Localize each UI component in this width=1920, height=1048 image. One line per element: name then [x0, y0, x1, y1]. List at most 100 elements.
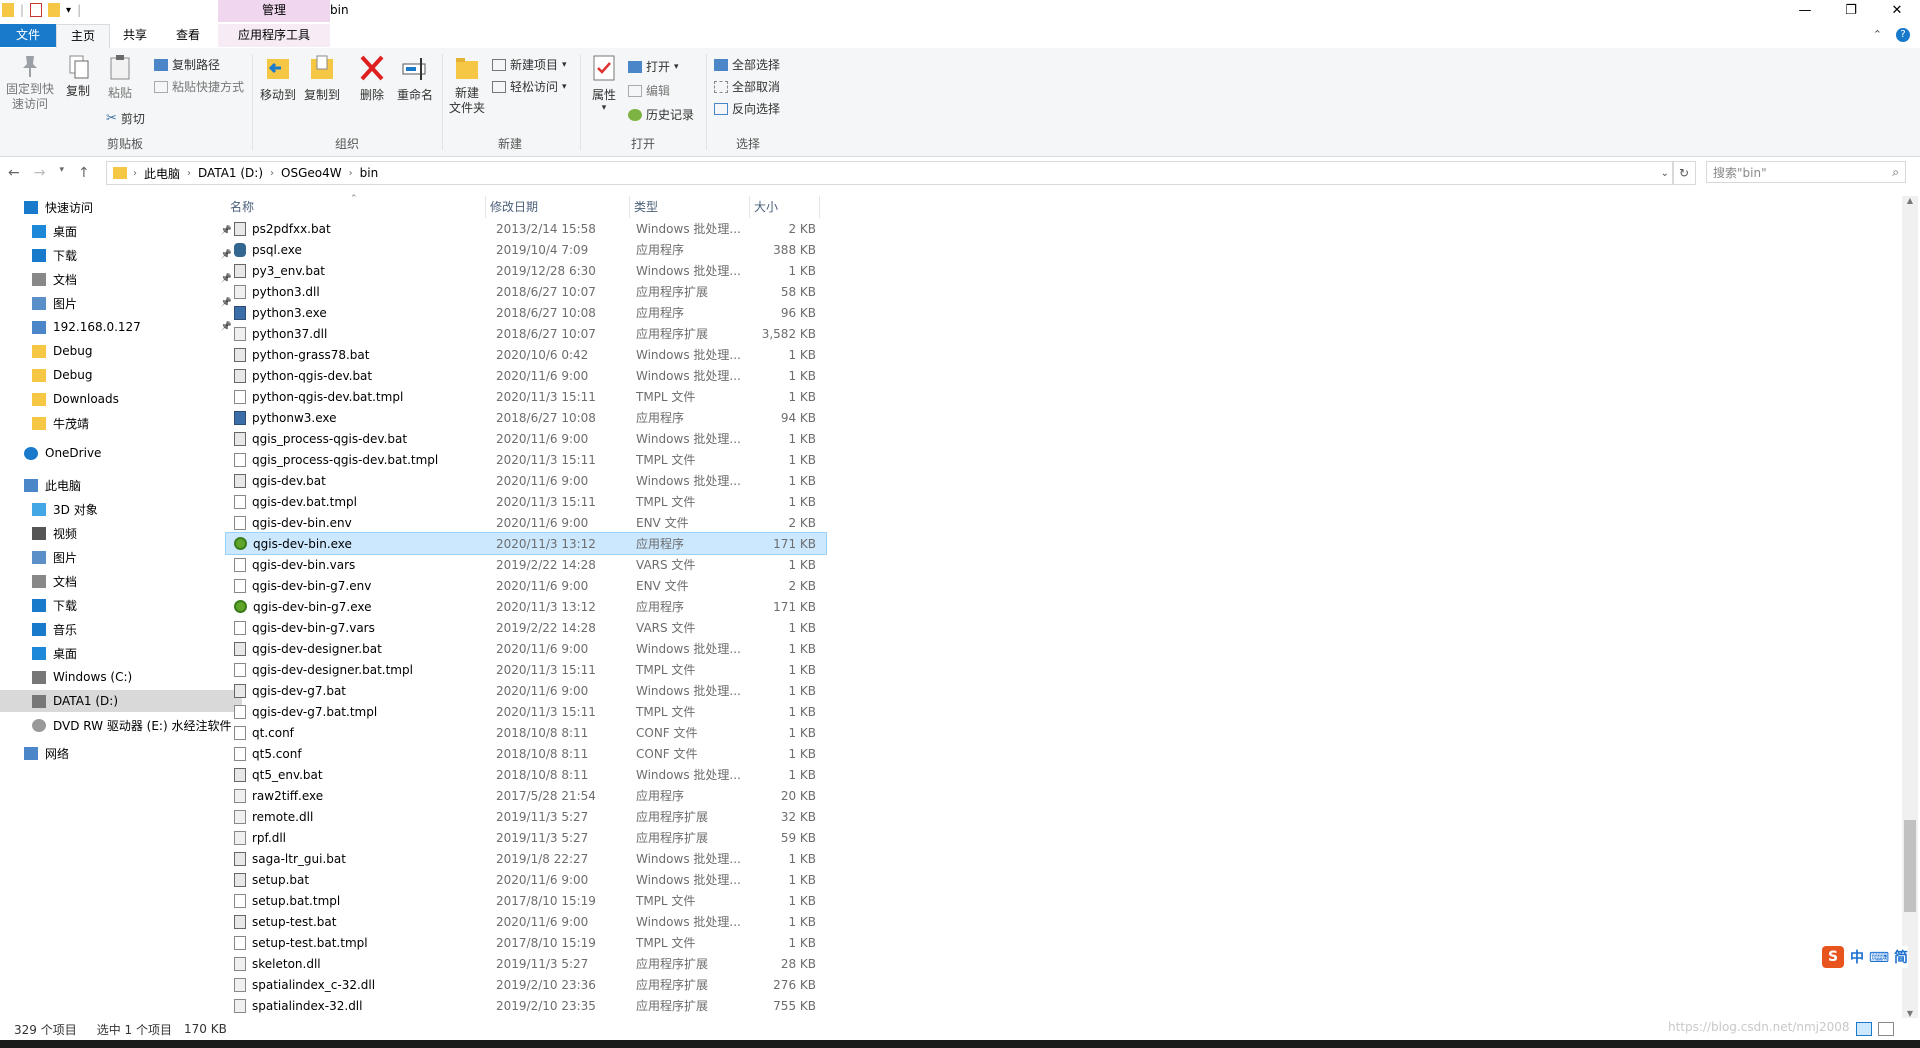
file-row[interactable]: qgis-dev-bin.exe 2020/11/3 13:12 应用程序 171 K… — [225, 532, 827, 555]
file-row[interactable]: python-qgis-dev.bat.tmpl 2020/11/3 15:11 T… — [226, 386, 826, 407]
paste-shortcut-button[interactable]: 粘贴快捷方式 — [154, 78, 244, 95]
new-item-button[interactable]: 新建项目 ▾ — [492, 56, 567, 73]
collapse-ribbon-icon[interactable]: ⌃ — [1873, 28, 1882, 42]
file-row[interactable]: spatialindex-32.dll 2019/2/10 23:35 应用程序扩展… — [226, 995, 826, 1016]
file-row[interactable]: python3.dll 2018/6/27 10:07 应用程序扩展 58 KB — [226, 281, 826, 302]
nav-item[interactable]: 下载 — [0, 594, 242, 616]
open-button[interactable]: 打开 ▾ — [628, 58, 679, 75]
breadcrumb-data1[interactable]: DATA1 (D:) — [193, 166, 268, 180]
customize-dropdown-icon[interactable]: ▾ — [66, 5, 71, 16]
tab-file[interactable]: 文件 — [0, 24, 56, 47]
tab-home[interactable]: 主页 — [56, 24, 110, 49]
file-row[interactable]: psql.exe 2019/10/4 7:09 应用程序 388 KB — [226, 239, 826, 260]
tab-share[interactable]: 共享 — [110, 24, 160, 47]
chevron-right-icon[interactable]: › — [185, 168, 193, 179]
nav-item[interactable]: 3D 对象 — [0, 498, 242, 520]
file-row[interactable]: rpf.dll 2019/11/3 5:27 应用程序扩展 59 KB — [226, 827, 826, 848]
minimize-button[interactable]: — — [1782, 0, 1828, 24]
file-row[interactable]: skeleton.dll 2019/11/3 5:27 应用程序扩展 28 KB — [226, 953, 826, 974]
scroll-down-icon[interactable]: ▼ — [1902, 1009, 1918, 1018]
scrollbar-thumb[interactable] — [1904, 820, 1916, 912]
recent-locations-chevron-icon[interactable]: ▾ — [59, 165, 64, 181]
help-icon[interactable]: ? — [1896, 28, 1910, 42]
details-view-icon[interactable] — [1856, 1022, 1872, 1036]
file-row[interactable]: qt5.conf 2018/10/8 8:11 CONF 文件 1 KB — [226, 743, 826, 764]
rename-button[interactable]: 重命名 — [394, 54, 436, 103]
column-header-date[interactable]: 修改日期 — [486, 196, 630, 218]
file-row[interactable]: ps2pdfxx.bat 2013/2/14 15:58 Windows 批处理..… — [226, 218, 826, 239]
column-header-name[interactable]: 名称 ⌃ — [226, 194, 486, 218]
file-row[interactable]: qgis-dev.bat 2020/11/6 9:00 Windows 批处理...… — [226, 470, 826, 491]
file-row[interactable]: python37.dll 2018/6/27 10:07 应用程序扩展 3,582 K… — [226, 323, 826, 344]
nav-item[interactable]: 文档 — [0, 570, 242, 592]
file-row[interactable]: python-grass78.bat 2020/10/6 0:42 Windows … — [226, 344, 826, 365]
file-row[interactable]: spatialindex_c-32.dll 2019/2/10 23:36 应用程序… — [226, 974, 826, 995]
file-row[interactable]: qgis-dev-bin-g7.vars 2019/2/22 14:28 VARS … — [226, 617, 826, 638]
nav-item[interactable]: DVD RW 驱动器 (E:) 水经注软件 — [0, 714, 242, 736]
nav-item[interactable]: Debug — [0, 364, 242, 386]
file-row[interactable]: setup.bat.tmpl 2017/8/10 15:19 TMPL 文件 1 KB — [226, 890, 826, 911]
file-row[interactable]: qgis-dev-g7.bat 2020/11/6 9:00 Windows 批处理… — [226, 680, 826, 701]
file-row[interactable]: qgis-dev-designer.bat.tmpl 2020/11/3 15:1… — [226, 659, 826, 680]
cut-button[interactable]: ✂ 剪切 — [106, 110, 145, 127]
file-row[interactable]: setup.bat 2020/11/6 9:00 Windows 批处理... 1 K… — [226, 869, 826, 890]
copy-path-button[interactable]: 复制路径 — [154, 56, 220, 73]
edit-button[interactable]: 编辑 — [628, 82, 670, 99]
file-row[interactable]: qgis-dev-designer.bat 2020/11/6 9:00 Windo… — [226, 638, 826, 659]
forward-arrow-icon[interactable]: → — [34, 165, 46, 181]
address-dropdown-icon[interactable]: ⌄ — [1661, 168, 1669, 179]
file-row[interactable]: qt.conf 2018/10/8 8:11 CONF 文件 1 KB — [226, 722, 826, 743]
nav-item[interactable]: 快速访问 — [0, 196, 234, 218]
new-folder-button[interactable]: 新建 文件夹 — [448, 54, 486, 116]
delete-button[interactable]: 删除 — [354, 54, 390, 103]
nav-item[interactable]: 图片 📌 — [0, 292, 242, 314]
nav-item[interactable]: 此电脑 — [0, 474, 234, 496]
file-row[interactable]: qgis-dev-bin.vars 2019/2/22 14:28 VARS 文件 1… — [226, 554, 826, 575]
large-icons-view-icon[interactable] — [1878, 1022, 1894, 1036]
nav-item[interactable]: DATA1 (D:) — [0, 690, 242, 712]
close-button[interactable]: ✕ — [1874, 0, 1920, 24]
properties-button[interactable]: 属性 ▾ — [586, 54, 622, 113]
up-arrow-icon[interactable]: ↑ — [78, 165, 90, 181]
address-bar[interactable]: › 此电脑 › DATA1 (D:) › OSGeo4W › bin ⌄ — [106, 161, 1674, 185]
file-row[interactable]: pythonw3.exe 2018/6/27 10:08 应用程序 94 KB — [226, 407, 826, 428]
select-all-button[interactable]: 全部选择 — [714, 56, 780, 73]
file-row[interactable]: py3_env.bat 2019/12/28 6:30 Windows 批处理...… — [226, 260, 826, 281]
chevron-right-icon[interactable]: › — [268, 168, 276, 179]
nav-item[interactable]: Debug — [0, 340, 242, 362]
copy-button[interactable]: 复制 — [60, 54, 96, 99]
file-row[interactable]: qgis-dev-bin.env 2020/11/6 9:00 ENV 文件 2 KB — [226, 512, 826, 533]
scroll-up-icon[interactable]: ▲ — [1902, 196, 1918, 205]
search-icon[interactable]: ⌕ — [1892, 165, 1899, 180]
search-input[interactable]: 搜索"bin" ⌕ — [1706, 161, 1906, 183]
move-to-button[interactable]: 移动到 — [258, 54, 298, 103]
nav-item[interactable]: 视频 — [0, 522, 242, 544]
file-row[interactable]: qgis-dev.bat.tmpl 2020/11/3 15:11 TMPL 文件 1… — [226, 491, 826, 512]
file-row[interactable]: saga-ltr_gui.bat 2019/1/8 22:27 Windows 批处… — [226, 848, 826, 869]
file-row[interactable]: qgis-dev-bin-g7.env 2020/11/6 9:00 ENV 文件 2… — [226, 575, 826, 596]
invert-selection-button[interactable]: 反向选择 — [714, 100, 780, 117]
breadcrumb-osgeo4w[interactable]: OSGeo4W — [276, 166, 347, 180]
column-header-type[interactable]: 类型 — [630, 196, 750, 218]
chevron-right-icon[interactable]: › — [131, 168, 139, 179]
nav-item[interactable]: 音乐 — [0, 618, 242, 640]
nav-item[interactable]: 网络 — [0, 742, 234, 764]
easy-access-button[interactable]: 轻松访问 ▾ — [492, 78, 567, 95]
breadcrumb-bin[interactable]: bin — [355, 166, 384, 180]
nav-item[interactable]: 牛茂靖 — [0, 412, 242, 434]
tab-app-tools[interactable]: 应用程序工具 — [218, 24, 330, 47]
file-row[interactable]: qgis_process-qgis-dev.bat.tmpl 2020/11/3 … — [226, 449, 826, 470]
tab-view[interactable]: 查看 — [160, 24, 216, 47]
breadcrumb-this-pc[interactable]: 此电脑 — [139, 165, 185, 182]
select-none-button[interactable]: 全部取消 — [714, 78, 780, 95]
chevron-right-icon[interactable]: › — [347, 168, 355, 179]
properties-icon[interactable] — [30, 3, 43, 17]
nav-item[interactable]: OneDrive — [0, 442, 234, 464]
file-row[interactable]: setup-test.bat.tmpl 2017/8/10 15:19 TMPL 文… — [226, 932, 826, 953]
nav-item[interactable]: Downloads — [0, 388, 242, 410]
file-row[interactable]: qgis-dev-bin-g7.exe 2020/11/3 13:12 应用程序 17… — [226, 596, 826, 617]
file-row[interactable]: setup-test.bat 2020/11/6 9:00 Windows 批处理.… — [226, 911, 826, 932]
file-row[interactable]: python3.exe 2018/6/27 10:08 应用程序 96 KB — [226, 302, 826, 323]
paste-button[interactable]: 粘贴 — [100, 54, 140, 101]
file-row[interactable]: qgis_process-qgis-dev.bat 2020/11/6 9:00 W… — [226, 428, 826, 449]
